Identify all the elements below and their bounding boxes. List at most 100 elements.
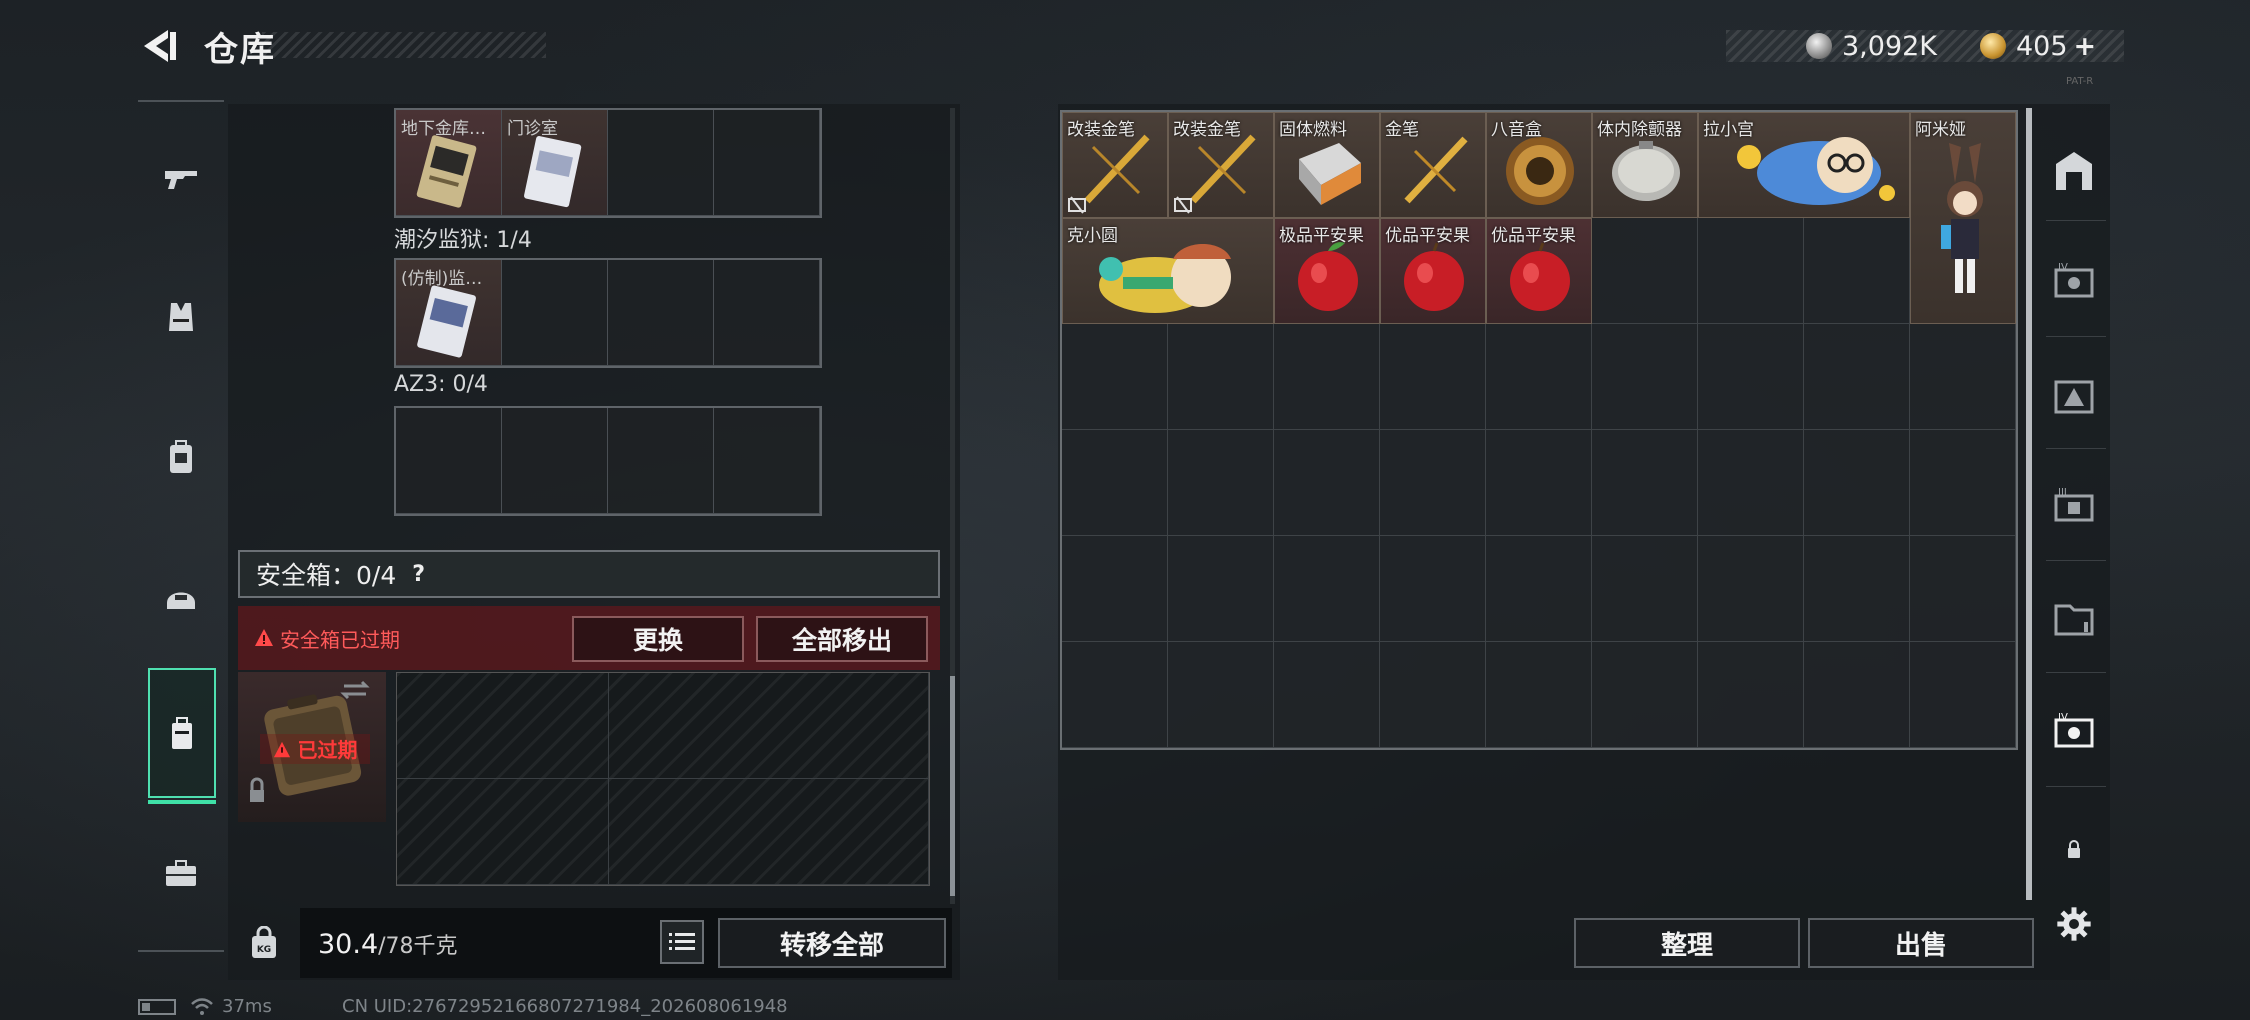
stash-cell[interactable] bbox=[1062, 536, 1168, 642]
transfer-all-button[interactable]: 转移全部 bbox=[718, 918, 946, 968]
stash-cell[interactable] bbox=[1804, 642, 1910, 748]
stash-cell[interactable] bbox=[1486, 324, 1592, 430]
key-slot-empty[interactable] bbox=[608, 408, 714, 514]
stash-item-solid-fuel[interactable]: 固体燃料 bbox=[1274, 112, 1380, 218]
key-grid-top: 地下金库… 门诊室 bbox=[394, 108, 822, 218]
safe-slot[interactable] bbox=[609, 779, 929, 885]
stash-cell[interactable] bbox=[1274, 324, 1380, 430]
stash-cell[interactable] bbox=[1274, 430, 1380, 536]
stash-tab-locked[interactable] bbox=[2046, 822, 2102, 878]
nav-case[interactable] bbox=[146, 838, 216, 908]
stash-cell[interactable] bbox=[1168, 430, 1274, 536]
stash-cell[interactable] bbox=[1592, 536, 1698, 642]
stash-item-plush-xiaoyuan[interactable]: 克小圆 bbox=[1062, 218, 1274, 324]
stash-item-mod-gold-pen[interactable]: 改装金笔 bbox=[1168, 112, 1274, 218]
stash-cell[interactable] bbox=[1910, 642, 2016, 748]
stash-item-defibrillator[interactable]: 体内除颤器 bbox=[1592, 112, 1698, 218]
stash-cell[interactable] bbox=[1062, 430, 1168, 536]
key-grid-tide-prison: (仿制)监… bbox=[394, 258, 822, 368]
settings-button[interactable] bbox=[2046, 896, 2102, 952]
key-slot-empty[interactable] bbox=[502, 408, 608, 514]
stash-cell[interactable] bbox=[1274, 642, 1380, 748]
stash-cell[interactable] bbox=[1698, 218, 1804, 324]
stash-item-gold-pen[interactable]: 金笔 bbox=[1380, 112, 1486, 218]
stash-cell[interactable] bbox=[1698, 642, 1804, 748]
key-slot-replica[interactable]: (仿制)监… bbox=[396, 260, 502, 366]
stash-cell[interactable] bbox=[1592, 218, 1698, 324]
stash-cell[interactable] bbox=[1910, 536, 2016, 642]
key-slot-empty[interactable] bbox=[714, 260, 820, 366]
stash-cell[interactable] bbox=[1274, 536, 1380, 642]
nav-safe-box[interactable] bbox=[148, 668, 216, 804]
remove-all-button[interactable]: 全部移出 bbox=[756, 616, 928, 662]
stash-cell[interactable] bbox=[1380, 536, 1486, 642]
stash-item-mod-gold-pen[interactable]: 改装金笔 bbox=[1062, 112, 1168, 218]
stash-item-quality-apple[interactable]: 优品平安果 bbox=[1486, 218, 1592, 324]
stash-cell[interactable] bbox=[1486, 430, 1592, 536]
sell-button[interactable]: 出售 bbox=[1808, 918, 2034, 968]
nav-backpack[interactable] bbox=[146, 422, 216, 492]
key-slot-vault[interactable]: 地下金库… bbox=[396, 110, 502, 216]
rail-divider bbox=[2046, 448, 2106, 449]
stash-cell[interactable] bbox=[1168, 324, 1274, 430]
stash-tab-3[interactable]: III bbox=[2046, 478, 2102, 534]
safe-slot[interactable] bbox=[397, 673, 609, 779]
stash-cell[interactable] bbox=[1910, 324, 2016, 430]
stash-cell[interactable] bbox=[1168, 642, 1274, 748]
stash-scrollbar[interactable] bbox=[2026, 108, 2032, 900]
section-label-az3: AZ3: 0/4 bbox=[394, 372, 488, 397]
vest-icon bbox=[169, 303, 193, 331]
stash-cell[interactable] bbox=[1804, 430, 1910, 536]
stash-cell[interactable] bbox=[1804, 536, 1910, 642]
stash-cell[interactable] bbox=[1380, 324, 1486, 430]
stash-item-quality-apple[interactable]: 优品平安果 bbox=[1380, 218, 1486, 324]
stash-cell[interactable] bbox=[1592, 642, 1698, 748]
nav-armor[interactable] bbox=[146, 282, 216, 352]
nav-helmet[interactable] bbox=[146, 562, 216, 632]
stash-tab-warning[interactable] bbox=[2046, 368, 2102, 424]
stash-tab-home[interactable] bbox=[2046, 142, 2102, 198]
nav-weapon[interactable] bbox=[146, 144, 216, 214]
safe-box-icon bbox=[172, 717, 192, 749]
stash-item-music-box[interactable]: 八音盒 bbox=[1486, 112, 1592, 218]
organize-button[interactable]: 整理 bbox=[1574, 918, 1800, 968]
stash-cell[interactable] bbox=[1380, 430, 1486, 536]
stash-cell[interactable] bbox=[1804, 218, 1910, 324]
stash-cell[interactable] bbox=[1062, 642, 1168, 748]
stash-cell[interactable] bbox=[1380, 642, 1486, 748]
stash-cell[interactable] bbox=[1592, 430, 1698, 536]
left-scrollbar-thumb[interactable] bbox=[950, 676, 955, 896]
back-button[interactable] bbox=[136, 24, 180, 68]
key-slot-empty[interactable] bbox=[608, 260, 714, 366]
rail-divider bbox=[2046, 786, 2106, 787]
stash-cell[interactable] bbox=[1698, 430, 1804, 536]
safe-slot[interactable] bbox=[609, 673, 929, 779]
stash-cell[interactable] bbox=[1168, 536, 1274, 642]
key-slot-empty[interactable] bbox=[608, 110, 714, 216]
safe-slot[interactable] bbox=[397, 779, 609, 885]
stash-tab-4[interactable]: IV bbox=[2046, 254, 2102, 310]
stash-item-amiya[interactable]: 阿米娅 bbox=[1910, 112, 2016, 324]
key-slot-empty[interactable] bbox=[502, 260, 608, 366]
stash-cell[interactable] bbox=[1698, 324, 1804, 430]
key-slot-empty[interactable] bbox=[714, 110, 820, 216]
add-gold-icon[interactable]: + bbox=[2074, 31, 2097, 62]
stash-item-premium-apple[interactable]: 极品平安果 bbox=[1274, 218, 1380, 324]
stash-cell[interactable] bbox=[1486, 536, 1592, 642]
gold-currency[interactable]: 405 + bbox=[1980, 28, 2096, 64]
stash-cell[interactable] bbox=[1804, 324, 1910, 430]
stash-item-plush-gong[interactable]: 拉小宫 bbox=[1698, 112, 1910, 218]
key-slot-empty[interactable] bbox=[396, 408, 502, 514]
stash-cell[interactable] bbox=[1592, 324, 1698, 430]
stash-tab-folder[interactable] bbox=[2046, 590, 2102, 646]
replace-button[interactable]: 更换 bbox=[572, 616, 744, 662]
help-icon[interactable]: ? bbox=[412, 562, 425, 587]
stash-tab-4-active[interactable]: IV bbox=[2046, 704, 2102, 760]
stash-cell[interactable] bbox=[1698, 536, 1804, 642]
key-slot-empty[interactable] bbox=[714, 408, 820, 514]
stash-cell[interactable] bbox=[1062, 324, 1168, 430]
stash-cell[interactable] bbox=[1486, 642, 1592, 748]
stash-cell[interactable] bbox=[1910, 430, 2016, 536]
list-view-button[interactable] bbox=[660, 920, 704, 964]
key-slot-clinic[interactable]: 门诊室 bbox=[502, 110, 608, 216]
